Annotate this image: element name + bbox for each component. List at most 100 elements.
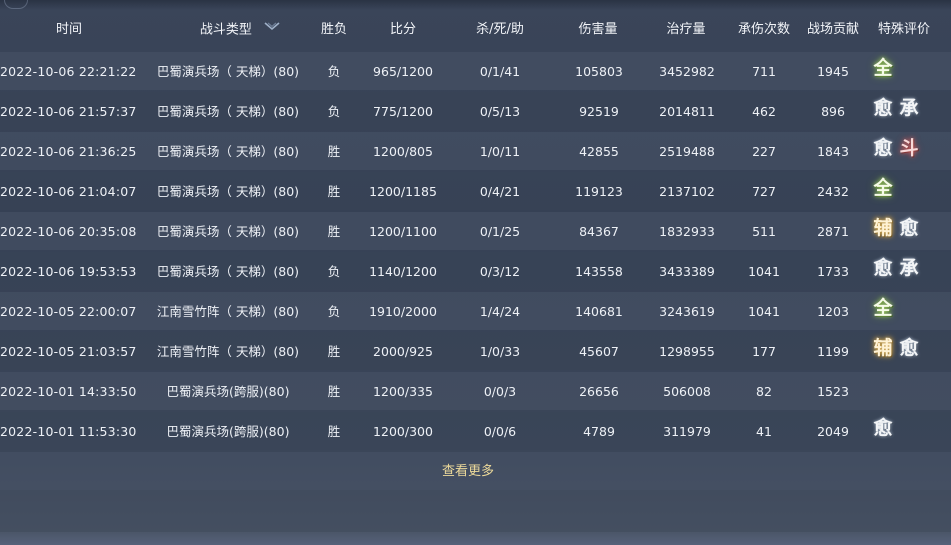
cell-contribution: 1203 xyxy=(817,304,849,319)
cell-battle-type: 巴蜀演兵场（ 天梯）(80) xyxy=(156,184,300,199)
cell-heal: 2519488 xyxy=(659,144,715,159)
cell-time: 2022-10-01 11:53:30 xyxy=(0,424,137,439)
ornament-icon xyxy=(4,0,28,9)
cell-score: 1910/2000 xyxy=(369,304,437,319)
cell-result: 胜 xyxy=(327,144,341,159)
cell-battle-type: 巴蜀演兵场（ 天梯）(80) xyxy=(156,144,300,159)
table-row[interactable]: 2022-10-01 11:53:30 巴蜀演兵场(跨服)(80) 胜 1200/30… xyxy=(0,412,951,450)
cell-damage: 105803 xyxy=(575,64,623,79)
cell-battle-type: 巴蜀演兵场（ 天梯）(80) xyxy=(156,264,300,279)
cell-kda: 0/5/13 xyxy=(479,104,521,119)
cell-score: 1200/1185 xyxy=(369,184,437,199)
special-evaluation: 辅愈 xyxy=(872,212,920,244)
header-score: 比分 xyxy=(389,22,416,37)
cell-heal: 1298955 xyxy=(659,344,715,359)
header-type-filter[interactable]: 战斗类型 xyxy=(190,10,290,50)
cell-kda: 0/1/41 xyxy=(479,64,521,79)
header-contribution: 战场贡献 xyxy=(806,22,859,37)
cell-contribution: 1945 xyxy=(817,64,849,79)
cell-damage: 4789 xyxy=(583,424,615,439)
badge-yu[interactable]: 愈 xyxy=(872,96,894,120)
cell-battle-type: 巴蜀演兵场（ 天梯）(80) xyxy=(156,64,300,79)
cell-contribution: 1199 xyxy=(817,344,849,359)
table-row[interactable]: 2022-10-06 21:57:37 巴蜀演兵场（ 天梯）(80) 负 775/12… xyxy=(0,92,951,130)
view-more-link[interactable]: 查看更多 xyxy=(418,452,518,490)
table-row[interactable]: 2022-10-01 14:33:50 巴蜀演兵场(跨服)(80) 胜 1200/33… xyxy=(0,372,951,410)
cell-battle-type: 江南雪竹阵（ 天梯）(80) xyxy=(156,304,300,319)
cell-taken: 227 xyxy=(752,144,776,159)
cell-score: 775/1200 xyxy=(373,104,433,119)
table-row[interactable]: 2022-10-06 19:53:53 巴蜀演兵场（ 天梯）(80) 负 1140/1… xyxy=(0,252,951,290)
special-evaluation: 愈承 xyxy=(872,252,920,284)
badge-quan[interactable]: 全 xyxy=(872,176,894,200)
badge-fu[interactable]: 辅 xyxy=(872,216,894,240)
cell-time: 2022-10-06 19:53:53 xyxy=(0,264,137,279)
cell-time: 2022-10-06 20:35:08 xyxy=(0,224,137,239)
badge-yu[interactable]: 愈 xyxy=(872,136,894,160)
cell-heal: 3433389 xyxy=(659,264,715,279)
load-more-row: 查看更多 xyxy=(0,452,951,490)
cell-taken: 82 xyxy=(756,384,772,399)
badge-yu[interactable]: 愈 xyxy=(872,256,894,280)
cell-taken: 41 xyxy=(756,424,772,439)
cell-time: 2022-10-06 21:36:25 xyxy=(0,144,137,159)
cell-time: 2022-10-01 14:33:50 xyxy=(0,384,137,399)
header-damage: 伤害量 xyxy=(578,22,618,37)
header-time: 时间 xyxy=(55,22,82,37)
badge-yu[interactable]: 愈 xyxy=(872,416,894,440)
cell-result: 胜 xyxy=(327,224,341,239)
cell-taken: 1041 xyxy=(748,264,780,279)
badge-cheng[interactable]: 承 xyxy=(898,256,920,280)
chevron-down-icon[interactable] xyxy=(264,8,280,48)
window-top-frame xyxy=(0,0,951,10)
cell-result: 胜 xyxy=(327,384,341,399)
cell-time: 2022-10-06 22:21:22 xyxy=(0,64,137,79)
cell-damage: 119123 xyxy=(575,184,623,199)
cell-contribution: 896 xyxy=(821,104,845,119)
badge-dou[interactable]: 斗 xyxy=(898,136,920,160)
cell-contribution: 1733 xyxy=(817,264,849,279)
cell-time: 2022-10-05 22:00:07 xyxy=(0,304,137,319)
cell-result: 胜 xyxy=(327,184,341,199)
badge-yu[interactable]: 愈 xyxy=(898,216,920,240)
badge-quan[interactable]: 全 xyxy=(872,296,894,320)
table-row[interactable]: 2022-10-06 22:21:22 巴蜀演兵场（ 天梯）(80) 负 965/12… xyxy=(0,52,951,90)
table-row[interactable]: 2022-10-05 21:03:57 江南雪竹阵（ 天梯）(80) 胜 2000/9… xyxy=(0,332,951,370)
table-header: 时间 战斗类型 胜负 比分 杀/死/助 伤害量 治疗量 承伤次数 战场贡献 特殊… xyxy=(0,10,951,50)
cell-contribution: 1523 xyxy=(817,384,849,399)
table-row[interactable]: 2022-10-05 22:00:07 江南雪竹阵（ 天梯）(80) 负 1910/2… xyxy=(0,292,951,330)
cell-kda: 0/0/3 xyxy=(483,384,517,399)
special-evaluation: 全 xyxy=(872,172,894,204)
header-taken: 承伤次数 xyxy=(737,22,790,37)
cell-heal: 3452982 xyxy=(659,64,715,79)
header-type-label: 战斗类型 xyxy=(199,22,252,38)
cell-damage: 143558 xyxy=(575,264,623,279)
badge-yu[interactable]: 愈 xyxy=(898,336,920,360)
cell-contribution: 2871 xyxy=(817,224,849,239)
table-row[interactable]: 2022-10-06 21:04:07 巴蜀演兵场（ 天梯）(80) 胜 1200/1… xyxy=(0,172,951,210)
special-evaluation: 愈斗 xyxy=(872,132,920,164)
cell-damage: 140681 xyxy=(575,304,623,319)
cell-kda: 0/4/21 xyxy=(479,184,521,199)
special-evaluation: 全 xyxy=(872,52,894,84)
table-row[interactable]: 2022-10-06 20:35:08 巴蜀演兵场（ 天梯）(80) 胜 1200/1… xyxy=(0,212,951,250)
cell-score: 1200/335 xyxy=(373,384,433,399)
cell-score: 1200/300 xyxy=(373,424,433,439)
cell-result: 胜 xyxy=(327,424,341,439)
cell-time: 2022-10-06 21:04:07 xyxy=(0,184,137,199)
cell-score: 1200/805 xyxy=(373,144,433,159)
cell-battle-type: 巴蜀演兵场（ 天梯）(80) xyxy=(156,224,300,239)
badge-fu[interactable]: 辅 xyxy=(872,336,894,360)
special-evaluation: 全 xyxy=(872,292,894,324)
cell-damage: 84367 xyxy=(579,224,619,239)
cell-kda: 0/0/6 xyxy=(483,424,517,439)
badge-quan[interactable]: 全 xyxy=(872,56,894,80)
cell-time: 2022-10-05 21:03:57 xyxy=(0,344,137,359)
cell-score: 1140/1200 xyxy=(369,264,437,279)
cell-damage: 92519 xyxy=(579,104,619,119)
cell-contribution: 2049 xyxy=(817,424,849,439)
table-row[interactable]: 2022-10-06 21:36:25 巴蜀演兵场（ 天梯）(80) 胜 1200/8… xyxy=(0,132,951,170)
cell-result: 负 xyxy=(327,64,341,79)
cell-time: 2022-10-06 21:57:37 xyxy=(0,104,137,119)
badge-cheng[interactable]: 承 xyxy=(898,96,920,120)
